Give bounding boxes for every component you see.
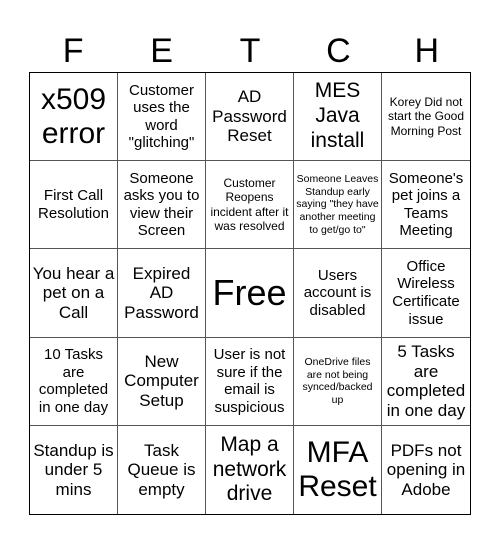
bingo-cell-text: First Call Resolution bbox=[38, 187, 109, 222]
bingo-cell-text: Free bbox=[212, 271, 287, 313]
bingo-cell[interactable]: User is not sure if the email is suspici… bbox=[206, 337, 294, 426]
bingo-cell-text: Someone Leaves Standup early saying "the… bbox=[296, 173, 379, 236]
bingo-cell-text: AD Password Reset bbox=[212, 87, 287, 146]
bingo-cell[interactable]: Office Wireless Certificate issue bbox=[382, 249, 470, 338]
bingo-cell-text: Someone's pet joins a Teams Meeting bbox=[388, 169, 464, 240]
bingo-cell-text: New Computer Setup bbox=[124, 351, 199, 410]
header-letter-h: H bbox=[414, 32, 440, 70]
bingo-cell-text: Office Wireless Certificate issue bbox=[392, 257, 460, 328]
bingo-board: x509 error Customer uses the word "glitch… bbox=[29, 72, 471, 515]
bingo-cell-text: Customer uses the word "glitching" bbox=[128, 81, 195, 152]
bingo-cell[interactable]: Map a network drive bbox=[206, 425, 294, 514]
bingo-header: F E T C H bbox=[29, 30, 471, 72]
bingo-cell[interactable]: x509 error bbox=[30, 73, 118, 162]
bingo-cell[interactable]: MES Java install bbox=[294, 73, 382, 162]
header-letter-c: C bbox=[326, 32, 351, 70]
header-letter-e: E bbox=[150, 32, 173, 70]
bingo-cell[interactable]: OneDrive files are not being synced/back… bbox=[294, 337, 382, 426]
bingo-cell-text: PDFs not opening in Adobe bbox=[386, 440, 466, 499]
bingo-cell[interactable]: 5 Tasks are completed in one day bbox=[382, 338, 470, 426]
bingo-cell[interactable]: PDFs not opening in Adobe bbox=[382, 426, 470, 514]
bingo-cell-text: Someone asks you to view their Screen bbox=[123, 169, 200, 240]
bingo-cell-text: Map a network drive bbox=[212, 432, 287, 506]
bingo-cell[interactable]: Someone Leaves Standup early saying "the… bbox=[294, 161, 382, 250]
bingo-cell[interactable]: Task Queue is empty bbox=[118, 425, 206, 514]
header-letter-t: T bbox=[239, 32, 261, 70]
bingo-cell-text: x509 error bbox=[40, 83, 107, 150]
bingo-cell-text: OneDrive files are not being synced/back… bbox=[302, 356, 373, 406]
bingo-cell[interactable]: Users account is disabled bbox=[294, 249, 382, 338]
bingo-cell-text: MFA Reset bbox=[298, 436, 377, 503]
bingo-cell[interactable]: Expired AD Password bbox=[118, 249, 206, 338]
bingo-cell[interactable]: Someone asks you to view their Screen bbox=[118, 161, 206, 250]
bingo-cell[interactable]: Someone's pet joins a Teams Meeting bbox=[382, 161, 470, 250]
bingo-cell-text: 10 Tasks are completed in one day bbox=[38, 346, 109, 416]
bingo-cell-text: MES Java install bbox=[310, 79, 365, 152]
bingo-cell-text: You hear a pet on a Call bbox=[32, 263, 115, 322]
header-letter-f: F bbox=[62, 32, 84, 70]
bingo-cell[interactable]: New Computer Setup bbox=[118, 337, 206, 426]
bingo-cell[interactable]: AD Password Reset bbox=[206, 73, 294, 162]
bingo-cell-text: Customer Reopens incident after it was r… bbox=[210, 176, 289, 234]
bingo-cell[interactable]: MFA Reset bbox=[294, 425, 382, 514]
bingo-cell[interactable]: Customer uses the word "glitching" bbox=[118, 73, 206, 162]
bingo-cell-text: Korey Did not start the Good Morning Pos… bbox=[387, 95, 465, 138]
bingo-cell-text: Standup is under 5 mins bbox=[33, 440, 114, 499]
bingo-cell[interactable]: Customer Reopens incident after it was r… bbox=[206, 161, 294, 250]
bingo-cell[interactable]: Korey Did not start the Good Morning Pos… bbox=[382, 73, 470, 162]
bingo-cell[interactable]: 10 Tasks are completed in one day bbox=[30, 337, 118, 426]
free-space-cell[interactable]: Free bbox=[206, 249, 294, 338]
bingo-cell-text: 5 Tasks are completed in one day bbox=[386, 342, 466, 420]
bingo-cell-text: Task Queue is empty bbox=[127, 440, 196, 499]
bingo-cell-text: Expired AD Password bbox=[124, 263, 199, 322]
bingo-cell[interactable]: You hear a pet on a Call bbox=[30, 249, 118, 338]
bingo-cell-text: User is not sure if the email is suspici… bbox=[213, 346, 286, 416]
bingo-cell-text: Users account is disabled bbox=[303, 266, 372, 319]
bingo-cell[interactable]: First Call Resolution bbox=[30, 161, 118, 250]
bingo-cell[interactable]: Standup is under 5 mins bbox=[30, 425, 118, 514]
